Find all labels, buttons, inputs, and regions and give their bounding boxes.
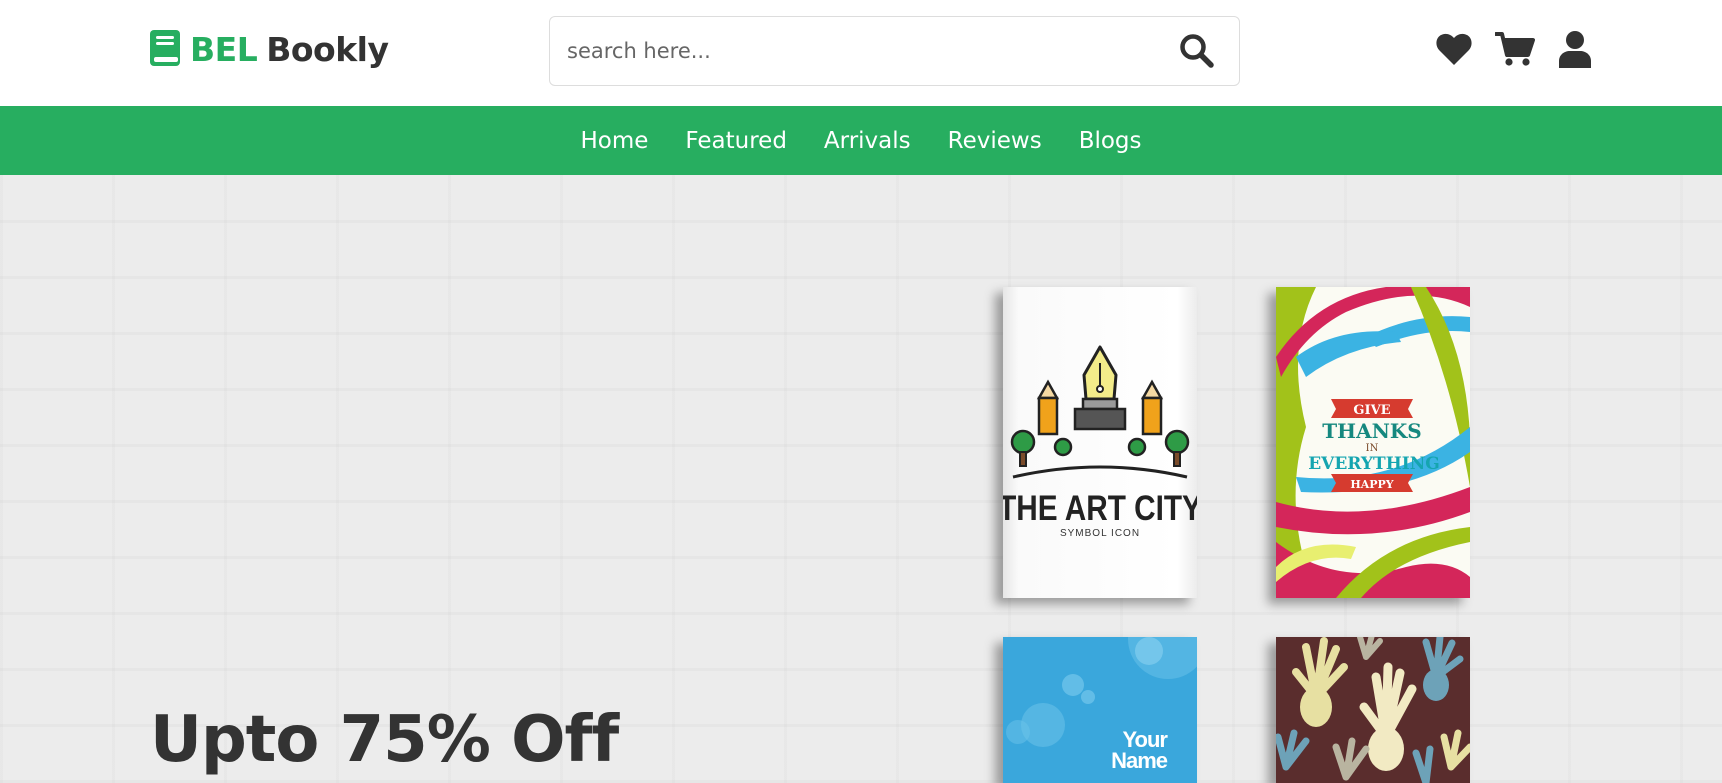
logo-link[interactable]: BEL Bookly (150, 29, 389, 69)
nav-reviews[interactable]: Reviews (948, 128, 1042, 154)
book-text-in: IN (1366, 443, 1379, 454)
header: BEL Bookly (0, 0, 1722, 106)
nav-featured[interactable]: Featured (685, 128, 787, 154)
nav-blogs[interactable]: Blogs (1079, 128, 1142, 154)
book-text-give: GIVE (1353, 403, 1390, 418)
main-nav: Home Featured Arrivals Reviews Blogs (0, 106, 1722, 175)
search-icon[interactable] (1167, 21, 1227, 81)
nav-home[interactable]: Home (580, 128, 648, 154)
book-cover-your-name[interactable]: Your Name (1003, 637, 1197, 783)
logo-brand: BEL (190, 29, 258, 69)
book-cover-give-thanks[interactable]: GIVE THANKS IN EVERYTHING HAPPY (1276, 287, 1470, 598)
book-subtitle-art-city: SYMBOL ICON (1060, 528, 1140, 539)
header-icons (1435, 28, 1595, 70)
book-text-name: Name (1111, 748, 1168, 773)
nav-arrivals[interactable]: Arrivals (824, 128, 911, 154)
hero-title: Upto 75% Off (150, 703, 619, 777)
book-cover-hands[interactable] (1276, 637, 1470, 783)
logo-name: Bookly (266, 29, 389, 69)
book-icon (150, 30, 182, 68)
book-text-happy: HAPPY (1350, 478, 1393, 491)
book-title-art-city: THE ART CITY (1003, 489, 1197, 528)
hero-section: Upto 75% Off THE ART CITY SYMBOL ICON GI… (0, 175, 1722, 783)
search-input[interactable] (550, 17, 1167, 85)
user-icon[interactable] (1559, 28, 1591, 70)
heart-icon[interactable] (1435, 28, 1473, 70)
search-form (549, 16, 1240, 86)
book-cover-art-city[interactable]: THE ART CITY SYMBOL ICON (1003, 287, 1197, 598)
cart-icon[interactable] (1495, 28, 1535, 70)
book-text-everything: EVERYTHING (1308, 454, 1440, 474)
book-text-thanks: THANKS (1322, 419, 1421, 443)
